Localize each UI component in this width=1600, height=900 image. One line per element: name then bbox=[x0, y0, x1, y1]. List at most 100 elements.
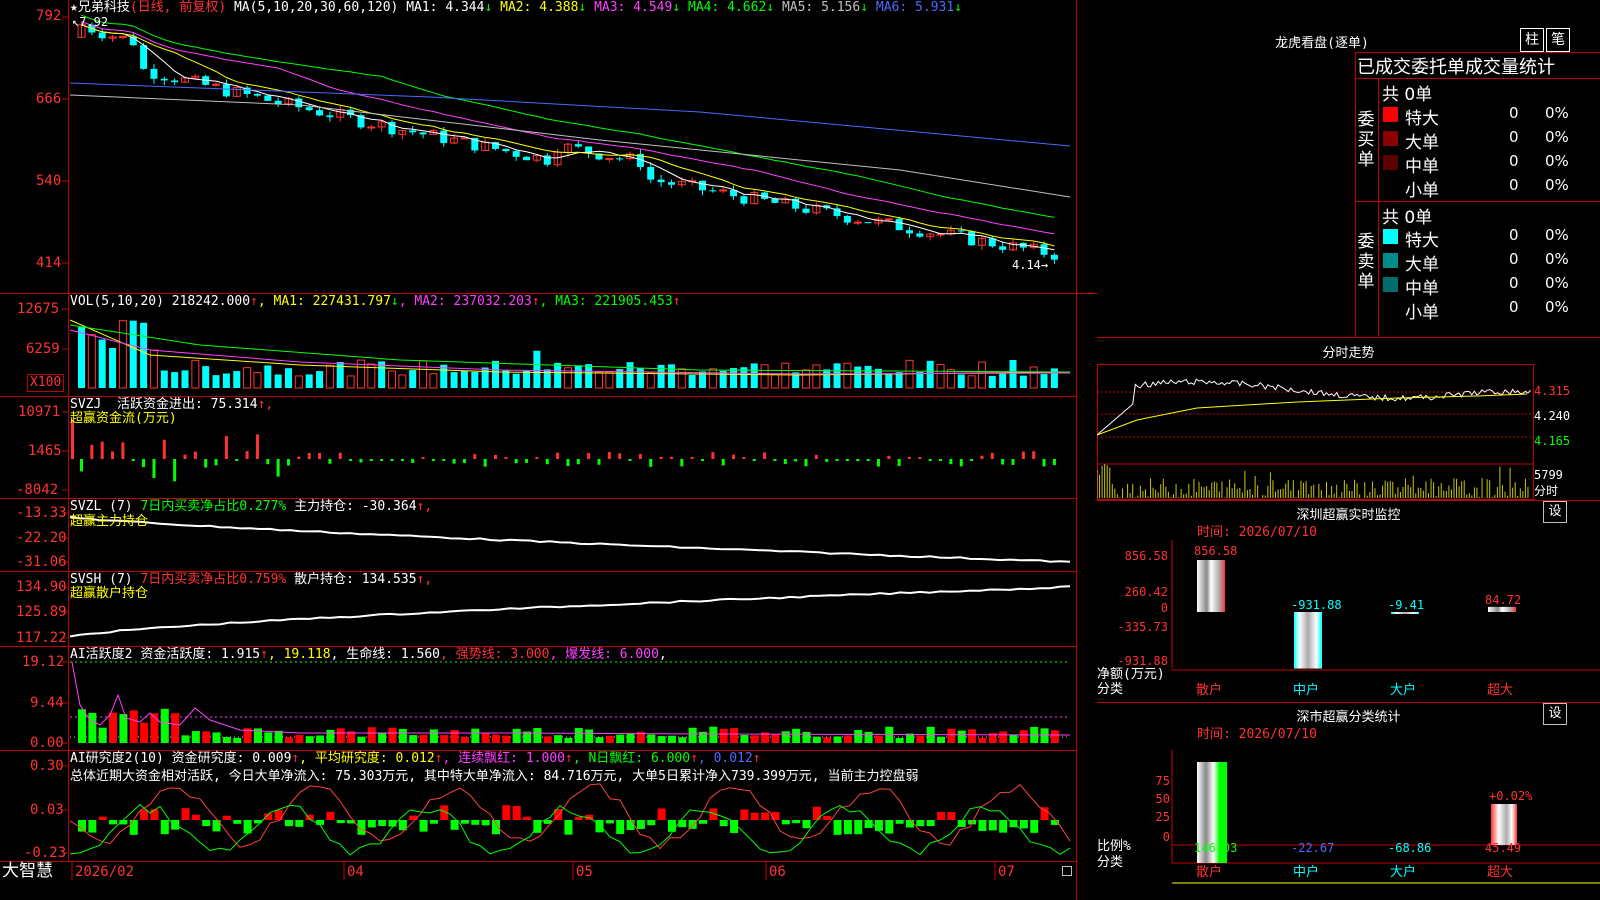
bar-mode-button[interactable]: 柱 bbox=[1520, 28, 1544, 52]
candle-body bbox=[616, 158, 624, 160]
monitor-time: 时间: 2026/07/10 bbox=[1197, 525, 1317, 540]
ma-value-6: MA6: 5.931 bbox=[875, 0, 955, 15]
volume-bar bbox=[492, 360, 499, 388]
svzj-bar bbox=[390, 459, 394, 461]
classify-value-label: -22.67 bbox=[1291, 841, 1335, 855]
svzj-bar bbox=[566, 459, 570, 466]
candle-body bbox=[253, 93, 261, 96]
brand-logo[interactable]: 大智慧 bbox=[2, 863, 53, 880]
ma-params: MA(5,10,20,30,60,120) bbox=[233, 0, 399, 15]
volume-bar bbox=[181, 370, 189, 388]
ai-research-bar bbox=[895, 820, 904, 824]
x-label-2: 05 bbox=[576, 864, 593, 880]
ai-active-bar bbox=[574, 728, 583, 743]
svzj-bar bbox=[1042, 459, 1046, 467]
monitor-settings-button[interactable]: 设 bbox=[1543, 501, 1567, 523]
buy-row-value: 0 bbox=[1509, 128, 1519, 146]
x-label-4: 07 bbox=[998, 864, 1015, 880]
ai-active-bar bbox=[171, 713, 180, 743]
candle-body bbox=[512, 151, 520, 157]
volume-bar bbox=[999, 373, 1007, 388]
svsh-line bbox=[69, 585, 1071, 638]
volume-bar bbox=[636, 368, 644, 388]
volume-bar bbox=[512, 373, 520, 388]
svzj-bar bbox=[732, 454, 736, 459]
ma4-line bbox=[81, 14, 1055, 218]
svzj-bar bbox=[162, 439, 166, 459]
volume-bar bbox=[129, 320, 137, 388]
volume-bar bbox=[264, 365, 272, 388]
ai-research-bar bbox=[429, 820, 438, 824]
ai-research-bar bbox=[947, 812, 956, 820]
svzj-bar bbox=[980, 455, 984, 459]
ai-research-bar bbox=[574, 816, 583, 820]
monitor-value-label: 84.72 bbox=[1485, 593, 1522, 607]
ai-research-bar bbox=[512, 806, 521, 820]
ai-active-bar bbox=[854, 730, 863, 743]
candle-body bbox=[884, 218, 893, 221]
svzj-bar bbox=[721, 459, 725, 466]
ai-active-bar bbox=[471, 728, 480, 743]
y-tick-svsh-2: 117.22 bbox=[16, 630, 67, 646]
classify-y-tick: 50 bbox=[1155, 792, 1170, 806]
buy-row-percent: 0% bbox=[1545, 128, 1569, 146]
ai-active-bar bbox=[212, 732, 221, 743]
volume-bar bbox=[533, 350, 541, 388]
volume-bar bbox=[864, 365, 872, 388]
svzj-bar bbox=[411, 459, 415, 463]
svzj-bar bbox=[111, 451, 115, 459]
sell-row-percent: 0% bbox=[1545, 274, 1569, 292]
ai-research-bar bbox=[78, 820, 86, 832]
candle-body bbox=[1050, 254, 1058, 260]
ai-active-bar bbox=[233, 737, 242, 743]
volume-bar bbox=[574, 365, 582, 388]
stock-name[interactable]: 兄弟科技 bbox=[78, 0, 130, 15]
svzj-bar bbox=[214, 459, 218, 466]
ai-active-line bbox=[71, 661, 1071, 736]
vol-ma1-line bbox=[69, 319, 1071, 376]
ma-value-4: MA4: 4.662 bbox=[688, 0, 767, 15]
ai-active-bar bbox=[843, 735, 852, 743]
ai-active-bar bbox=[502, 735, 511, 743]
ai-active-bar bbox=[98, 727, 107, 743]
svzj-bar bbox=[825, 459, 829, 462]
svzj-bar bbox=[638, 453, 642, 459]
ai-active-bar bbox=[543, 736, 552, 743]
y-tick-svzj-2: -8042 bbox=[16, 482, 59, 498]
monitor-y-tick: 856.58 bbox=[1124, 549, 1168, 563]
candle-body bbox=[667, 182, 675, 185]
lock-icon[interactable] bbox=[1062, 866, 1072, 876]
candle-body bbox=[316, 110, 324, 116]
ai-research-bar bbox=[605, 820, 614, 824]
ai-active-bar bbox=[781, 731, 790, 743]
buy-row-percent: 0% bbox=[1545, 152, 1569, 170]
svzj-bar bbox=[400, 459, 404, 461]
period-label[interactable]: (日线, 前复权) bbox=[130, 0, 226, 15]
svzj-bar bbox=[618, 453, 622, 459]
svzj-bar bbox=[918, 457, 922, 459]
volume-bar bbox=[160, 370, 168, 388]
volume-bar bbox=[760, 364, 769, 389]
vol-ma-arrow-2: ↑ bbox=[531, 294, 540, 309]
ma-values: MA1: 4.344↓ MA2: 4.388↓ MA3: 4.549↓ MA4:… bbox=[406, 0, 962, 15]
ai-active-bars bbox=[70, 661, 1071, 743]
intraday-chart[interactable] bbox=[1097, 360, 1600, 500]
volume-bar bbox=[967, 375, 976, 389]
svzj-bar bbox=[235, 459, 239, 461]
classify-settings-button[interactable]: 设 bbox=[1543, 703, 1567, 725]
sell-total: 共 0单 bbox=[1382, 208, 1433, 228]
ai-active-bar bbox=[657, 736, 666, 743]
star-icon[interactable]: ★ bbox=[70, 0, 78, 15]
vol-ma-2: , MA2: 237032.203 bbox=[398, 294, 532, 309]
svzj-bar bbox=[970, 459, 974, 461]
ai-research-bar bbox=[802, 820, 811, 829]
dragon-tiger-title: 龙虎看盘(逐单) bbox=[1275, 36, 1369, 51]
volume-bar bbox=[677, 368, 686, 389]
svzj-bar bbox=[369, 459, 373, 461]
monitor-chart bbox=[1171, 540, 1600, 671]
svzj-bar bbox=[545, 459, 549, 465]
ai-research-bar bbox=[98, 816, 107, 820]
svzj-bar bbox=[949, 459, 953, 465]
ai-active-bar bbox=[336, 728, 345, 743]
tick-mode-button[interactable]: 笔 bbox=[1546, 28, 1570, 52]
